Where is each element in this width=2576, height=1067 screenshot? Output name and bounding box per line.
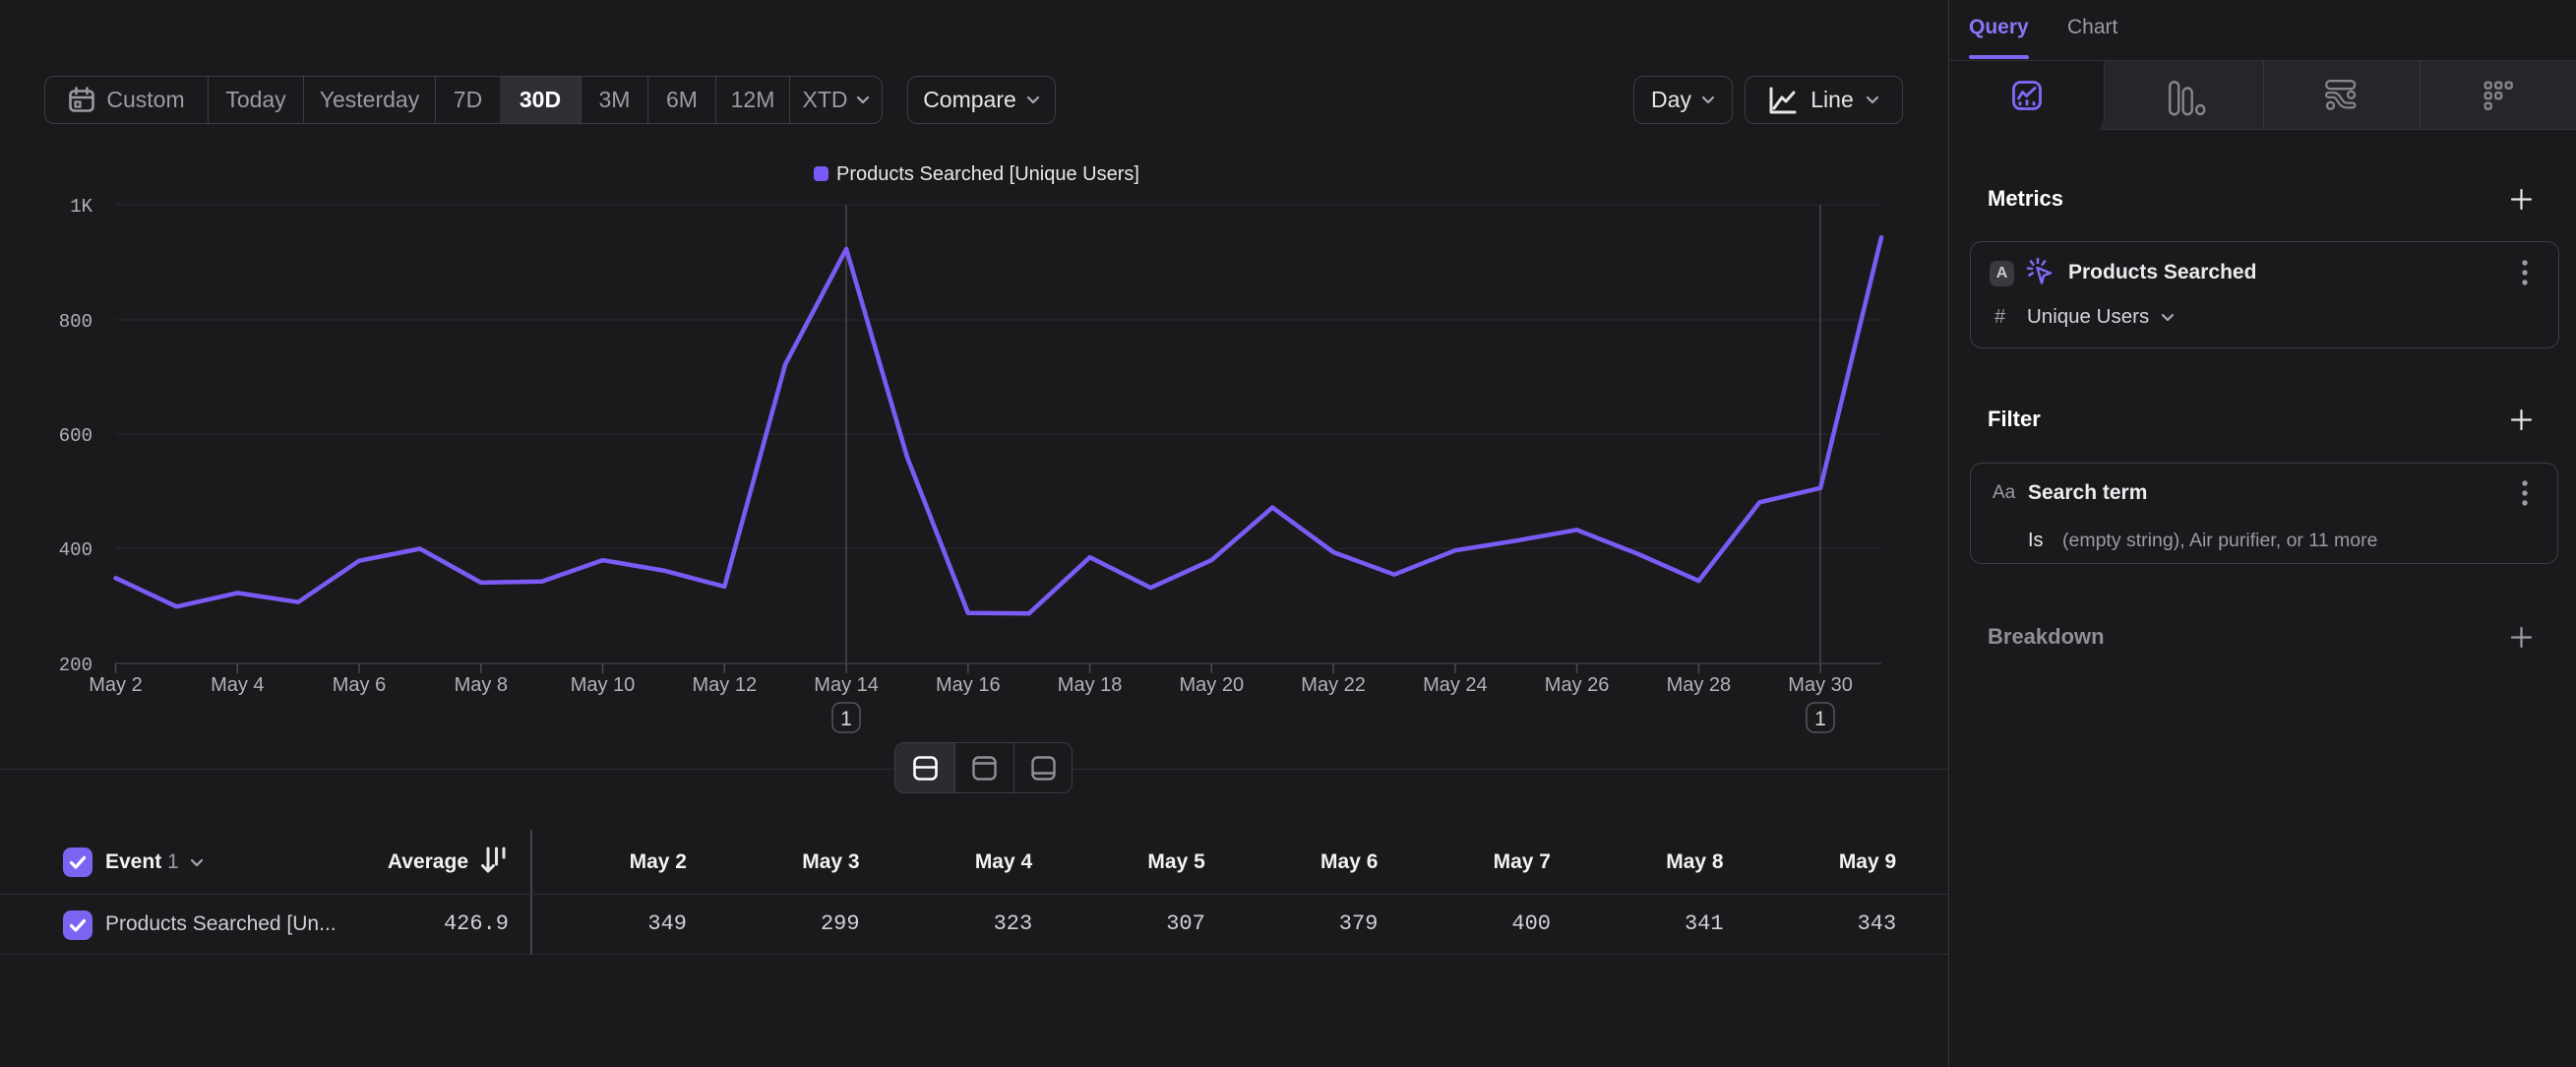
svg-text:1: 1 bbox=[1814, 708, 1826, 730]
svg-text:1: 1 bbox=[840, 708, 852, 730]
svg-text:May 30: May 30 bbox=[1788, 674, 1853, 696]
svg-text:Products Searched [Unique User: Products Searched [Unique Users] bbox=[836, 163, 1139, 185]
svg-text:May 28: May 28 bbox=[1667, 674, 1732, 696]
svg-text:May 16: May 16 bbox=[936, 674, 1001, 696]
svg-text:May 4: May 4 bbox=[211, 674, 264, 696]
svg-text:May 20: May 20 bbox=[1180, 674, 1245, 696]
svg-text:800: 800 bbox=[59, 311, 92, 333]
svg-text:May 26: May 26 bbox=[1545, 674, 1610, 696]
svg-text:May 12: May 12 bbox=[693, 674, 758, 696]
svg-text:May 22: May 22 bbox=[1301, 674, 1366, 696]
svg-text:May 24: May 24 bbox=[1423, 674, 1488, 696]
svg-text:May 14: May 14 bbox=[814, 674, 879, 696]
svg-text:May 2: May 2 bbox=[89, 674, 142, 696]
svg-text:May 6: May 6 bbox=[333, 674, 386, 696]
svg-text:1K: 1K bbox=[70, 196, 92, 218]
svg-text:May 18: May 18 bbox=[1058, 674, 1123, 696]
svg-text:400: 400 bbox=[59, 539, 92, 561]
svg-text:600: 600 bbox=[59, 425, 92, 447]
svg-text:May 8: May 8 bbox=[455, 674, 508, 696]
svg-text:May 10: May 10 bbox=[571, 674, 636, 696]
svg-text:200: 200 bbox=[59, 655, 92, 676]
